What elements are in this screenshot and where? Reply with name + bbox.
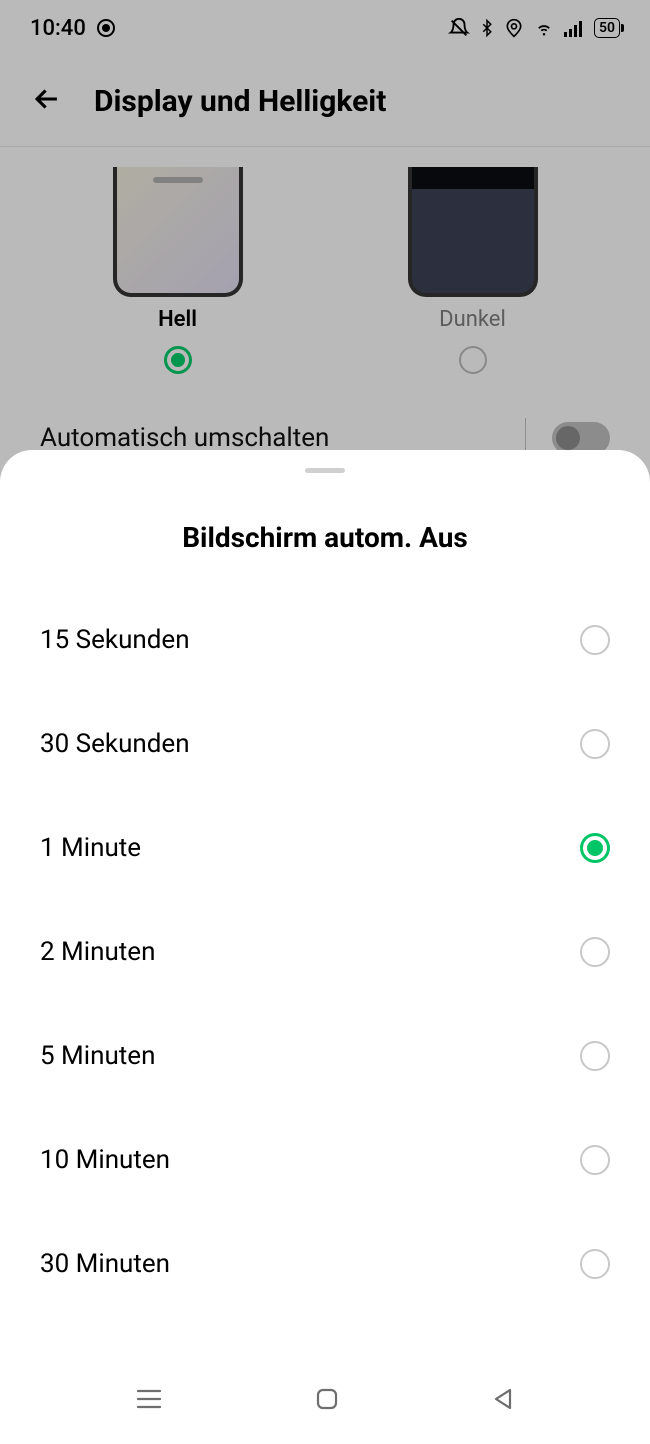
- dnd-icon: [448, 17, 470, 39]
- status-time: 10:40: [30, 16, 86, 41]
- navigation-bar: [0, 1358, 650, 1444]
- header: Display und Helligkeit: [0, 56, 650, 146]
- timeout-option-radio[interactable]: [580, 1249, 610, 1279]
- back-arrow-icon[interactable]: [30, 82, 64, 120]
- wifi-icon: [532, 18, 556, 38]
- timeout-option-label: 30 Minuten: [40, 1249, 170, 1279]
- timeout-option[interactable]: 30 Minuten: [40, 1212, 610, 1316]
- timeout-option[interactable]: 2 Minuten: [40, 900, 610, 1004]
- theme-radio-light[interactable]: [164, 346, 192, 374]
- sheet-title: Bildschirm autom. Aus: [40, 521, 610, 554]
- timeout-option[interactable]: 1 Minute: [40, 796, 610, 900]
- timeout-option-radio[interactable]: [580, 833, 610, 863]
- timeout-option-label: 2 Minuten: [40, 937, 155, 967]
- page-title: Display und Helligkeit: [94, 84, 386, 119]
- timeout-option-radio[interactable]: [580, 1145, 610, 1175]
- light-theme-preview-icon: [113, 167, 243, 297]
- battery-icon: 50: [594, 18, 620, 38]
- drag-handle-icon[interactable]: [305, 468, 345, 473]
- theme-label-dark: Dunkel: [439, 307, 506, 332]
- timeout-option-radio[interactable]: [580, 937, 610, 967]
- location-icon: [504, 17, 524, 39]
- theme-radio-dark[interactable]: [459, 346, 487, 374]
- theme-option-dark[interactable]: Dunkel: [408, 167, 538, 374]
- screen-timeout-sheet: Bildschirm autom. Aus 15 Sekunden 30 Seku…: [0, 450, 650, 1444]
- settings-content: Hell Dunkel Automatisch umschalten: [0, 146, 650, 498]
- timeout-option-label: 1 Minute: [40, 833, 141, 863]
- auto-switch-label: Automatisch umschalten: [40, 423, 329, 453]
- notification-dot-icon: [96, 18, 116, 38]
- timeout-option-label: 30 Sekunden: [40, 729, 190, 759]
- timeout-option-radio[interactable]: [580, 1041, 610, 1071]
- bluetooth-icon: [478, 17, 496, 39]
- signal-icon: [564, 19, 586, 37]
- timeout-option-label: 5 Minuten: [40, 1041, 155, 1071]
- timeout-option[interactable]: 5 Minuten: [40, 1004, 610, 1108]
- timeout-option[interactable]: 15 Sekunden: [40, 588, 610, 692]
- timeout-option-label: 10 Minuten: [40, 1145, 170, 1175]
- timeout-option[interactable]: 30 Sekunden: [40, 692, 610, 796]
- recents-button[interactable]: [136, 1388, 162, 1414]
- theme-option-light[interactable]: Hell: [113, 167, 243, 374]
- timeout-option[interactable]: 10 Minuten: [40, 1108, 610, 1212]
- timeout-option-label: 15 Sekunden: [40, 625, 190, 655]
- timeout-option-radio[interactable]: [580, 729, 610, 759]
- home-button[interactable]: [315, 1387, 339, 1415]
- timeout-option-radio[interactable]: [580, 625, 610, 655]
- status-bar: 10:40 50: [0, 0, 650, 56]
- back-button[interactable]: [492, 1387, 514, 1415]
- dark-theme-preview-icon: [408, 167, 538, 297]
- theme-label-light: Hell: [158, 307, 197, 332]
